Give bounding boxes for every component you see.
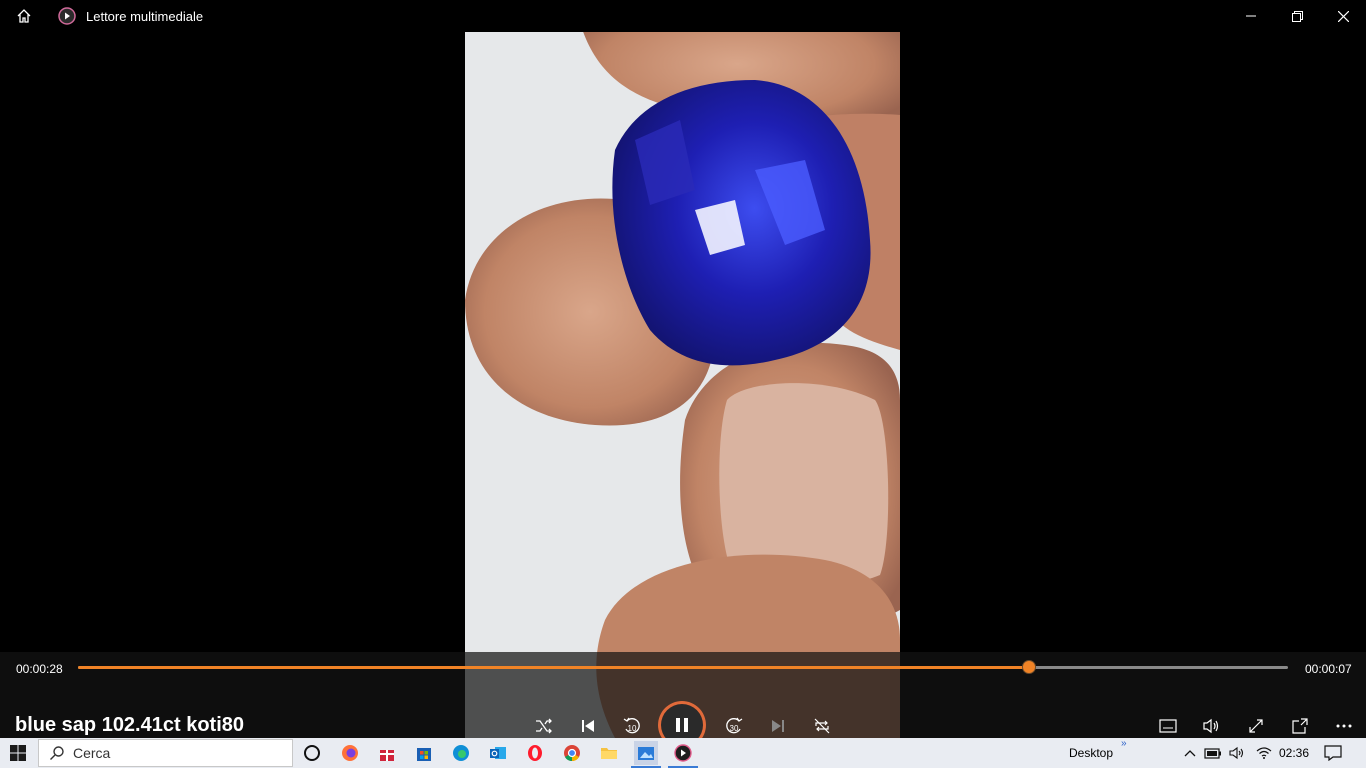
subtitles-button[interactable] bbox=[1154, 712, 1182, 740]
mini-player-button[interactable] bbox=[1286, 712, 1314, 740]
more-icon bbox=[1336, 724, 1352, 728]
task-view-button[interactable] bbox=[300, 741, 324, 765]
desktop-toolbar-label[interactable]: Desktop bbox=[1069, 746, 1113, 760]
edge-taskbar-button[interactable] bbox=[449, 741, 473, 765]
previous-icon bbox=[582, 720, 594, 732]
fullscreen-button[interactable] bbox=[1242, 712, 1270, 740]
minimize-button[interactable] bbox=[1228, 0, 1274, 32]
volume-tray-button[interactable] bbox=[1226, 741, 1250, 765]
battery-icon bbox=[1204, 748, 1221, 759]
file-explorer-taskbar-button[interactable] bbox=[597, 741, 621, 765]
minimize-icon bbox=[1246, 15, 1256, 17]
close-icon bbox=[1337, 10, 1349, 22]
search-box[interactable]: Cerca bbox=[38, 739, 293, 767]
clock[interactable]: 02:36 bbox=[1279, 746, 1309, 760]
pause-icon bbox=[676, 718, 688, 732]
video-content bbox=[465, 0, 900, 738]
subtitles-icon bbox=[1159, 719, 1177, 733]
chrome-icon bbox=[564, 745, 580, 762]
repeat-off-icon bbox=[814, 718, 830, 734]
shuffle-icon bbox=[536, 718, 552, 734]
chevron-up-icon bbox=[1184, 750, 1196, 757]
media-player-app-icon bbox=[58, 7, 76, 25]
store-icon bbox=[417, 748, 431, 761]
photos-icon bbox=[638, 747, 654, 760]
previous-button[interactable] bbox=[574, 712, 602, 740]
show-hidden-icons-button[interactable] bbox=[1178, 741, 1202, 765]
taskbar: Cerca Desktop » 02:36 bbox=[0, 738, 1366, 768]
seek-bar[interactable] bbox=[78, 660, 1288, 674]
skip-forward-button[interactable]: 30 bbox=[720, 712, 748, 740]
search-icon bbox=[50, 746, 64, 760]
more-options-button[interactable] bbox=[1330, 712, 1358, 740]
search-placeholder: Cerca bbox=[73, 745, 111, 761]
skip-forward-label: 30 bbox=[730, 724, 739, 733]
windows-icon bbox=[10, 745, 26, 761]
skip-back-label: 10 bbox=[628, 724, 637, 733]
media-player-icon bbox=[674, 744, 692, 762]
edge-icon bbox=[453, 745, 469, 761]
firefox-icon bbox=[342, 745, 358, 761]
skip-forward-icon: 30 bbox=[726, 717, 743, 734]
notifications-button[interactable] bbox=[1321, 741, 1345, 765]
outlook-icon bbox=[490, 747, 506, 759]
next-button[interactable] bbox=[764, 712, 792, 740]
notifications-icon bbox=[1324, 745, 1342, 761]
video-area[interactable] bbox=[0, 0, 1366, 738]
seek-progress bbox=[78, 666, 1030, 669]
repeat-button[interactable] bbox=[808, 712, 836, 740]
video-frame bbox=[465, 0, 900, 738]
close-button[interactable] bbox=[1320, 0, 1366, 32]
window-title: Lettore multimediale bbox=[86, 8, 204, 24]
title-bar: Lettore multimediale bbox=[0, 0, 1366, 32]
skip-back-button[interactable]: 10 bbox=[618, 712, 646, 740]
firefox-taskbar-button[interactable] bbox=[338, 741, 362, 765]
next-icon bbox=[772, 720, 784, 732]
mini-player-icon bbox=[1292, 718, 1308, 734]
home-button[interactable] bbox=[0, 0, 48, 32]
remaining-time: 00:00:07 bbox=[1305, 662, 1352, 676]
store-taskbar-button[interactable] bbox=[412, 741, 436, 765]
fullscreen-icon bbox=[1249, 719, 1263, 733]
gift-icon bbox=[380, 750, 394, 761]
outlook-taskbar-button[interactable] bbox=[486, 741, 510, 765]
toolbar-expand-icon[interactable]: » bbox=[1121, 738, 1127, 749]
media-title: blue sap 102.41ct koti80 bbox=[15, 714, 245, 736]
chrome-taskbar-button[interactable] bbox=[560, 741, 584, 765]
elapsed-time: 00:00:28 bbox=[16, 662, 63, 676]
volume-button[interactable] bbox=[1198, 712, 1226, 740]
folder-icon bbox=[601, 748, 617, 759]
battery-button[interactable] bbox=[1201, 741, 1225, 765]
restore-button[interactable] bbox=[1274, 0, 1320, 32]
restore-icon bbox=[1291, 10, 1303, 22]
cortana-icon bbox=[304, 745, 320, 761]
wifi-icon bbox=[1256, 747, 1272, 759]
skip-back-icon: 10 bbox=[623, 717, 640, 734]
volume-icon bbox=[1203, 718, 1219, 734]
opera-taskbar-button[interactable] bbox=[523, 741, 547, 765]
photos-taskbar-button[interactable] bbox=[634, 741, 658, 765]
home-icon bbox=[17, 9, 31, 23]
seek-thumb[interactable] bbox=[1022, 660, 1037, 674]
speaker-icon bbox=[1229, 746, 1244, 760]
network-button[interactable] bbox=[1252, 741, 1276, 765]
start-button[interactable] bbox=[0, 738, 36, 768]
shuffle-button[interactable] bbox=[530, 712, 558, 740]
opera-icon bbox=[528, 745, 542, 761]
gift-taskbar-button[interactable] bbox=[375, 741, 399, 765]
media-player-taskbar-button[interactable] bbox=[671, 741, 695, 765]
